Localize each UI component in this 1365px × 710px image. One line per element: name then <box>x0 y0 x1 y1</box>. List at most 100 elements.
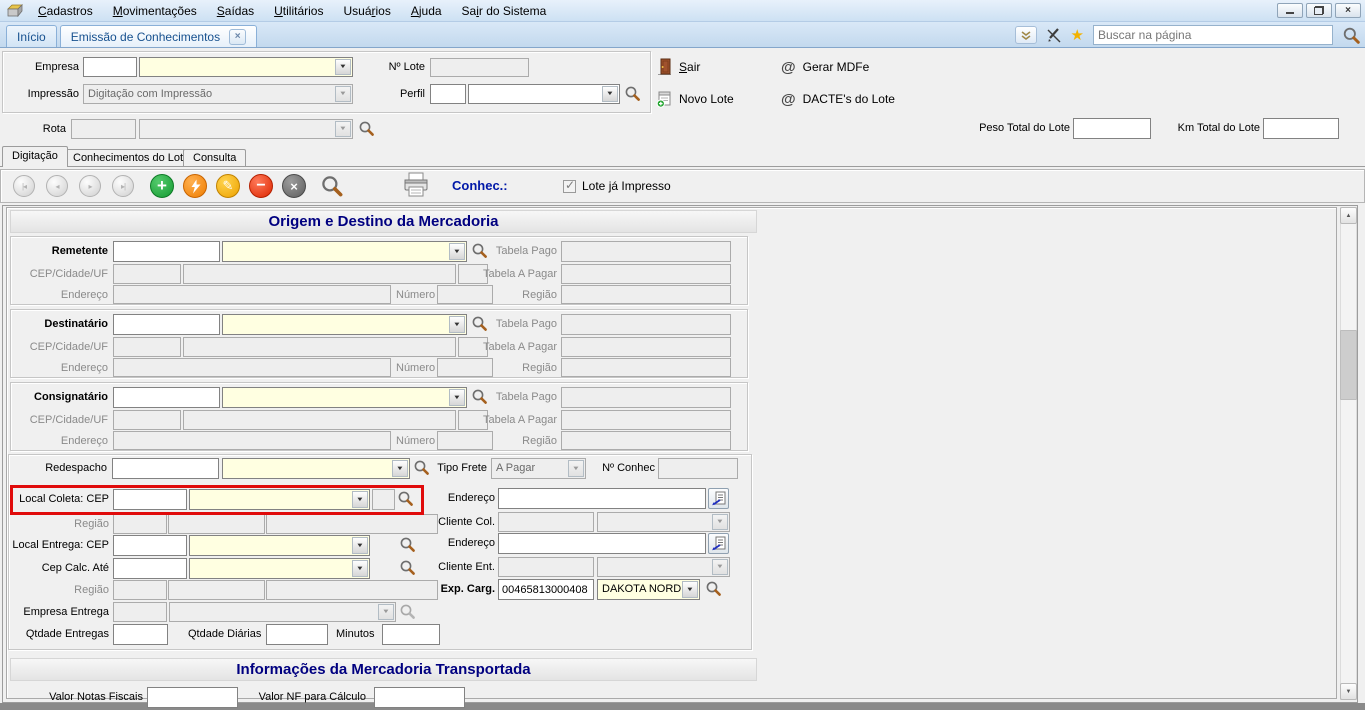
party-code-input[interactable] <box>113 241 220 262</box>
menu-item-1[interactable]: Movimentações <box>103 1 207 21</box>
cep-calc-ate-combo[interactable] <box>189 558 370 579</box>
dropdown-arrow-icon[interactable] <box>392 460 408 477</box>
cep-cidade-uf-label: CEP/Cidade/UF <box>11 337 108 358</box>
valor-nf-calculo-input[interactable] <box>374 687 465 708</box>
chevron-down-icon[interactable] <box>1015 26 1037 44</box>
novo-lote-button[interactable]: Novo Lote <box>656 88 734 110</box>
party-code-input[interactable] <box>113 314 220 335</box>
regiao-coleta-field-1 <box>113 514 167 534</box>
toolbar-search-icon[interactable] <box>320 174 338 192</box>
regiao-entrega-field-2 <box>168 580 265 600</box>
menu-item-5[interactable]: Ajuda <box>401 1 452 21</box>
redespacho-lookup-icon[interactable] <box>413 459 431 477</box>
exp-carg-input[interactable] <box>498 579 594 600</box>
cliente-col-combo <box>597 512 730 532</box>
party-name-value <box>223 242 466 261</box>
rota-lookup-icon[interactable] <box>358 120 376 138</box>
empresa-code-input[interactable] <box>83 57 137 77</box>
tab-emissao-de-conhecimentos[interactable]: Emissão de Conhecimentos <box>60 25 257 47</box>
printer-icon[interactable] <box>402 172 430 198</box>
scrollbar-thumb[interactable] <box>1340 330 1357 400</box>
party-lookup-icon[interactable] <box>471 315 489 333</box>
gerar-mdfe-button[interactable]: Gerar MDFe <box>781 56 869 78</box>
menu-item-3[interactable]: Utilitários <box>264 1 333 21</box>
redespacho-code-input[interactable] <box>112 458 219 479</box>
restore-button[interactable] <box>1306 3 1332 18</box>
local-coleta-lookup-icon[interactable] <box>397 490 415 508</box>
tab-close-icon[interactable] <box>229 29 246 45</box>
exp-carg-combo[interactable]: DAKOTA NORDES <box>597 579 700 600</box>
km-total-field[interactable] <box>1263 118 1339 139</box>
cancel-record-button[interactable] <box>282 174 306 198</box>
add-record-button[interactable] <box>150 174 174 198</box>
sair-button[interactable]: Sair <box>656 56 700 78</box>
menu-item-0[interactable]: Cadastros <box>28 1 103 21</box>
redespacho-combo[interactable] <box>222 458 410 479</box>
menu-item-2[interactable]: Saídas <box>207 1 264 21</box>
exp-carg-lookup-icon[interactable] <box>705 580 723 598</box>
close-button[interactable] <box>1335 3 1361 18</box>
dropdown-arrow-icon[interactable] <box>602 86 618 102</box>
endereco-entrega-input[interactable] <box>498 533 706 554</box>
tab-inicio[interactable]: Início <box>6 25 57 47</box>
prev-record-icon: ◂ <box>46 175 68 197</box>
dropdown-arrow-icon[interactable] <box>449 243 465 260</box>
dactes-do-lote-button[interactable]: DACTE's do Lote <box>781 88 895 110</box>
regiao-coleta-label: Região <box>10 514 109 535</box>
local-coleta-cep-input[interactable] <box>113 489 187 510</box>
party-code-input[interactable] <box>113 387 220 408</box>
endereco-label: Endereço <box>11 358 108 379</box>
qtdade-entregas-input[interactable] <box>113 624 168 645</box>
endereco-coleta-picker-button[interactable] <box>708 488 729 509</box>
party-lookup-icon[interactable] <box>471 242 489 260</box>
perfil-lookup-icon[interactable] <box>624 85 642 103</box>
minimize-button[interactable] <box>1277 3 1303 18</box>
endereco-coleta-input[interactable] <box>498 488 706 509</box>
post-record-button[interactable] <box>183 174 207 198</box>
favorites-star-icon[interactable] <box>1071 28 1084 43</box>
minutos-input[interactable] <box>382 624 440 645</box>
no-edit-icon[interactable] <box>1046 27 1062 43</box>
address-list-icon <box>711 491 726 506</box>
cep-field <box>113 264 181 284</box>
scroll-down-button[interactable]: ▼ <box>1340 683 1357 700</box>
cep-calc-ate-input[interactable] <box>113 558 187 579</box>
valor-notas-fiscais-input[interactable] <box>147 687 238 708</box>
dropdown-arrow-icon[interactable] <box>335 59 351 75</box>
subtab-digitacao[interactable]: Digitação <box>2 146 68 167</box>
regiao-coleta-field-3 <box>266 514 438 534</box>
search-input[interactable] <box>1093 25 1333 45</box>
party-name-combo[interactable] <box>222 387 467 408</box>
search-icon[interactable] <box>1342 26 1360 44</box>
subtab-conhecimentos-do-lote[interactable]: Conhecimentos do Lote <box>63 149 199 166</box>
delete-record-button[interactable] <box>249 174 273 198</box>
qtdade-diarias-input[interactable] <box>266 624 328 645</box>
cep-calc-lookup-icon[interactable] <box>399 559 417 577</box>
perfil-label: Perfil <box>383 84 425 105</box>
scroll-up-button[interactable]: ▲ <box>1340 207 1357 224</box>
perfil-code-input[interactable] <box>430 84 466 104</box>
perfil-combo[interactable] <box>468 84 620 104</box>
party-lookup-icon[interactable] <box>471 388 489 406</box>
menu-item-4[interactable]: Usuários <box>333 1 400 21</box>
edit-record-button[interactable] <box>216 174 240 198</box>
dropdown-arrow-icon[interactable] <box>449 389 465 406</box>
dropdown-arrow-icon[interactable] <box>449 316 465 333</box>
dropdown-arrow-icon[interactable] <box>352 491 368 508</box>
peso-total-field[interactable] <box>1073 118 1151 139</box>
dropdown-arrow-icon[interactable] <box>352 560 368 577</box>
party-name-combo[interactable] <box>222 241 467 262</box>
local-entrega-lookup-icon[interactable] <box>399 536 417 554</box>
endereco-entrega-picker-button[interactable] <box>708 533 729 554</box>
menu-item-6[interactable]: Sair do Sistema <box>452 1 557 21</box>
local-entrega-combo[interactable] <box>189 535 370 556</box>
local-coleta-combo[interactable] <box>189 489 370 510</box>
vertical-scrollbar[interactable] <box>1340 207 1357 700</box>
subtab-consulta[interactable]: Consulta <box>183 149 246 166</box>
party-group-2: Consignatário Tabela Pago CEP/Cidade/UF … <box>10 382 748 451</box>
dropdown-arrow-icon[interactable] <box>352 537 368 554</box>
party-name-combo[interactable] <box>222 314 467 335</box>
local-entrega-cep-input[interactable] <box>113 535 187 556</box>
empresa-combo[interactable] <box>139 57 353 77</box>
dropdown-arrow-icon[interactable] <box>682 581 698 598</box>
